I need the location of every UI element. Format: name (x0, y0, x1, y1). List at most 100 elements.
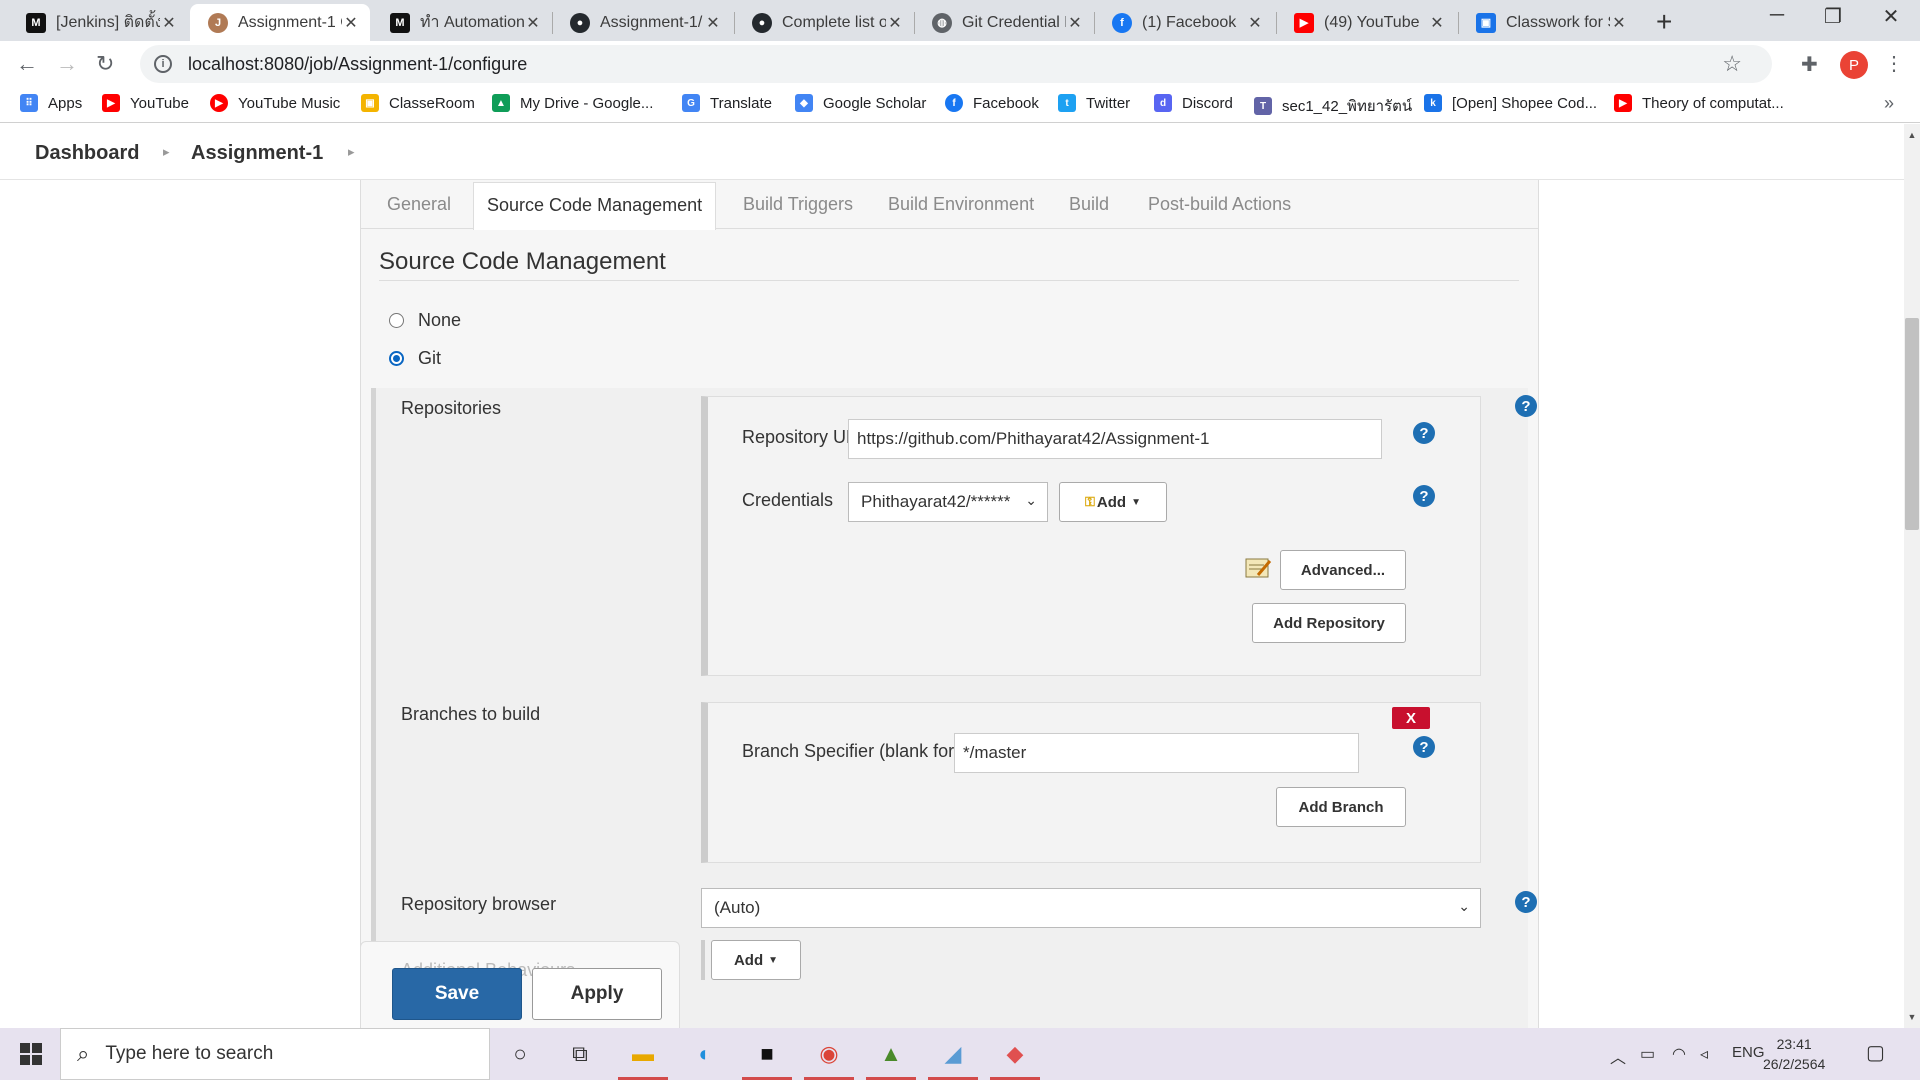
volume-icon[interactable]: ◃ (1700, 1044, 1708, 1064)
bookmark-star-icon[interactable]: ☆ (1722, 51, 1742, 77)
browser-tab[interactable]: M ทำ Automation ✕ (372, 4, 552, 41)
browser-tab-active[interactable]: J Assignment-1 C ✕ (190, 4, 370, 41)
restore-icon[interactable]: ❐ (1808, 4, 1858, 29)
more-bookmarks-icon[interactable]: » (1884, 93, 1894, 114)
notification-icon[interactable]: ▢ (1866, 1040, 1885, 1065)
bookmark-teams[interactable]: Tsec1_42_พิทยารัตน์ (1254, 94, 1412, 118)
wifi-icon[interactable]: ◠ (1672, 1044, 1686, 1064)
window-close-icon[interactable]: ✕ (1866, 4, 1916, 29)
reload-icon[interactable]: ↻ (96, 51, 114, 77)
add-credentials-button[interactable]: ⚿ Add ▼ (1059, 482, 1167, 522)
close-icon[interactable]: ✕ (342, 13, 360, 33)
browser-tab[interactable]: ▣ Classwork for S ✕ (1458, 4, 1638, 41)
back-arrow-icon[interactable]: ← (16, 51, 38, 77)
close-icon[interactable]: ✕ (160, 13, 178, 33)
help-icon[interactable]: ? (1413, 736, 1435, 758)
browser-tab[interactable]: ▶ (49) YouTube ✕ (1276, 4, 1456, 41)
scm-option-git[interactable]: Git (389, 348, 441, 369)
file-explorer-icon[interactable]: ▬ (627, 1038, 659, 1070)
chrome-icon[interactable]: ◉ (813, 1038, 845, 1070)
bookmark-classroom[interactable]: ▣ ClasseRoom (361, 94, 475, 112)
page-scrollbar[interactable] (1904, 124, 1920, 1028)
new-tab-icon[interactable]: + (1656, 6, 1672, 38)
bookmark-label: Translate (710, 94, 772, 112)
close-icon[interactable]: ✕ (1610, 13, 1628, 33)
add-behaviour-button[interactable]: Add ▼ (711, 940, 801, 980)
help-icon[interactable]: ? (1413, 422, 1435, 444)
taskbar-search-input[interactable]: ⌕ Type here to search (60, 1028, 490, 1080)
repository-url-input[interactable]: https://github.com/Phithayarat42/Assignm… (848, 419, 1382, 459)
add-branch-button[interactable]: Add Branch (1276, 787, 1406, 827)
tab-source-code-management[interactable]: Source Code Management (473, 182, 717, 230)
help-icon[interactable]: ? (1413, 485, 1435, 507)
breadcrumb-job[interactable]: Assignment-1 (191, 142, 323, 165)
browser-tab[interactable]: ◍ Git Credential M ✕ (914, 4, 1094, 41)
bookmark-translate[interactable]: G Translate (682, 94, 772, 112)
address-bar[interactable]: i localhost:8080/job/Assignment-1/config… (140, 45, 1772, 83)
app-diamond-icon[interactable]: ◆ (999, 1038, 1031, 1070)
battery-icon[interactable]: ▭ (1640, 1044, 1655, 1064)
tab-build[interactable]: Build (1069, 194, 1109, 215)
notepad-edit-icon[interactable] (1244, 555, 1272, 581)
browser-tab[interactable]: M [Jenkins] ติดตั้ง ✕ (8, 4, 188, 41)
close-icon[interactable]: ✕ (524, 13, 542, 33)
tab-build-triggers[interactable]: Build Triggers (743, 194, 853, 215)
apply-button[interactable]: Apply (532, 968, 662, 1020)
terminal-icon[interactable]: ■ (751, 1038, 783, 1070)
bookmark-youtube[interactable]: ▶ YouTube (102, 94, 189, 112)
close-icon[interactable]: ✕ (704, 13, 722, 33)
scroll-down-arrow-icon[interactable]: ▼ (1904, 1012, 1920, 1028)
browser-tab[interactable]: ● Complete list o ✕ (734, 4, 914, 41)
app-document-icon[interactable]: ◢ (937, 1038, 969, 1070)
bookmark-twitter[interactable]: t Twitter (1058, 94, 1130, 112)
taskbar-clock[interactable]: 23:41 26/2/2564 (1763, 1034, 1825, 1074)
language-indicator[interactable]: ENG (1732, 1044, 1765, 1061)
app-chart-icon[interactable]: ▲ (875, 1038, 907, 1070)
bookmark-discord[interactable]: d Discord (1154, 94, 1233, 112)
extensions-puzzle-icon[interactable]: ✚ (1801, 52, 1818, 77)
tab-post-build-actions[interactable]: Post-build Actions (1148, 194, 1291, 215)
help-icon[interactable]: ? (1515, 395, 1537, 417)
scroll-up-arrow-icon[interactable]: ▲ (1904, 130, 1920, 146)
browser-menu-icon[interactable]: ⋮ (1884, 51, 1904, 76)
bookmark-google-drive[interactable]: ▲ My Drive - Google... (492, 94, 653, 112)
forward-arrow-icon[interactable]: → (56, 51, 78, 77)
bookmark-shopee-code[interactable]: k [Open] Shopee Cod... (1424, 94, 1597, 112)
cortana-icon[interactable]: ○ (504, 1038, 536, 1070)
bookmark-theory[interactable]: ▶ Theory of computat... (1614, 94, 1784, 112)
edge-icon[interactable]: ◐ (689, 1038, 721, 1070)
breadcrumb-chevron-icon[interactable]: ▸ (348, 144, 355, 160)
profile-avatar[interactable]: P (1840, 51, 1868, 79)
bookmark-google-scholar[interactable]: ◆ Google Scholar (795, 94, 926, 112)
browser-tab[interactable]: f (1) Facebook ✕ (1094, 4, 1274, 41)
close-icon[interactable]: ✕ (1066, 13, 1084, 33)
site-info-icon[interactable]: i (154, 55, 172, 73)
credentials-select[interactable]: Phithayarat42/****** ⌄ (848, 482, 1048, 522)
breadcrumb-chevron-icon[interactable]: ▸ (163, 144, 170, 160)
task-view-icon[interactable]: ⧉ (564, 1038, 596, 1070)
tab-build-environment[interactable]: Build Environment (888, 194, 1034, 215)
scm-option-none[interactable]: None (389, 310, 461, 331)
close-icon[interactable]: ✕ (1428, 13, 1446, 33)
help-icon[interactable]: ? (1515, 891, 1537, 913)
tray-chevron-up-icon[interactable]: ︿ (1610, 1044, 1626, 1068)
scrollbar-thumb[interactable] (1905, 318, 1919, 530)
add-repository-button[interactable]: Add Repository (1252, 603, 1406, 643)
breadcrumb-dashboard[interactable]: Dashboard (35, 142, 139, 165)
browser-tab[interactable]: ● Assignment-1/ ✕ (552, 4, 732, 41)
branch-specifier-input[interactable]: */master (954, 733, 1359, 773)
close-icon[interactable]: ✕ (1246, 13, 1264, 33)
windows-start-icon[interactable] (20, 1043, 42, 1065)
bookmark-youtube-music[interactable]: ▶ YouTube Music (210, 94, 340, 112)
radio-git[interactable] (389, 351, 404, 366)
minimize-icon[interactable]: ─ (1752, 4, 1802, 27)
bookmark-facebook[interactable]: f Facebook (945, 94, 1039, 112)
delete-branch-button[interactable]: X (1392, 707, 1430, 729)
radio-none[interactable] (389, 313, 404, 328)
save-button[interactable]: Save (392, 968, 522, 1020)
advanced-button[interactable]: Advanced... (1280, 550, 1406, 590)
close-icon[interactable]: ✕ (886, 13, 904, 33)
repository-browser-select[interactable]: (Auto) ⌄ (701, 888, 1481, 928)
bookmark-apps[interactable]: ⠿ Apps (20, 94, 82, 112)
tab-general[interactable]: General (387, 194, 451, 215)
